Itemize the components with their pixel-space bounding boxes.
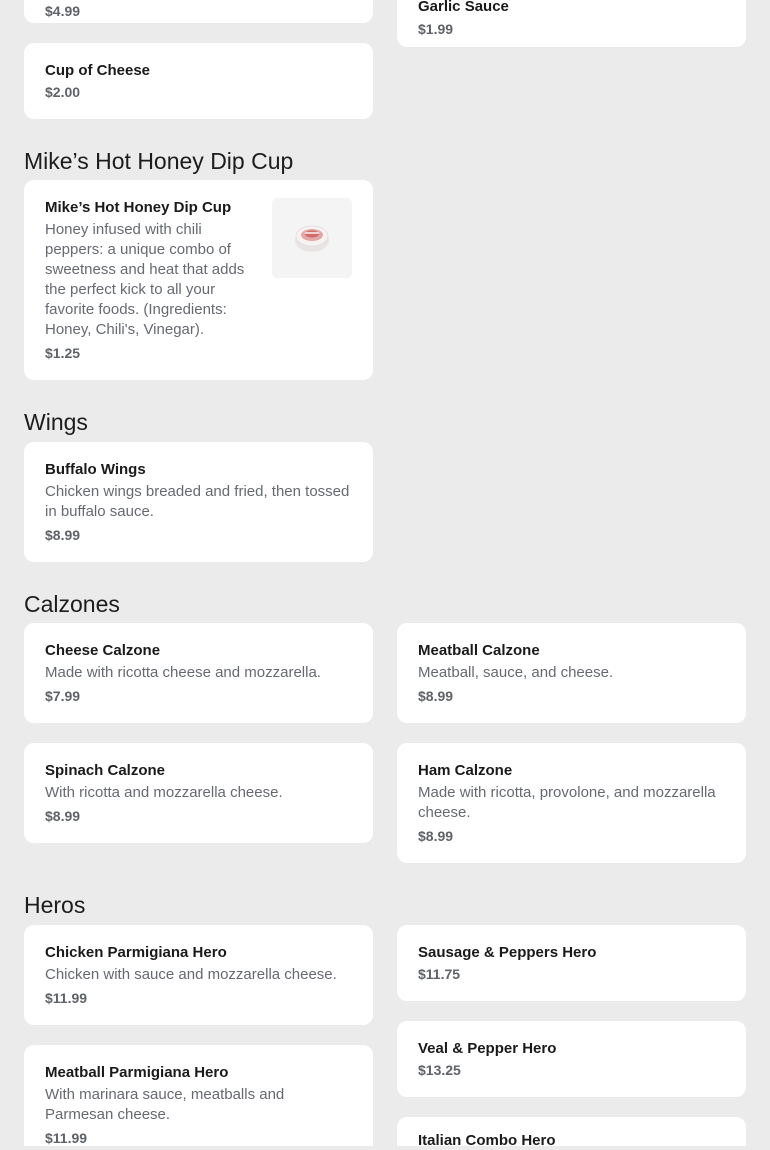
item-description: Honey infused with chili peppers: a uniq… [45, 221, 245, 338]
section-title-heros: Heros [24, 892, 86, 918]
menu-item-card-spinach-calzone[interactable]: Spinach Calzone With ricotta and mozzare… [24, 743, 373, 843]
menu-item-card-buffalo-wings[interactable]: Buffalo Wings Chicken wings breaded and … [24, 442, 373, 562]
item-name: Meatball Parmigiana Hero [45, 1064, 229, 1081]
item-description: With marinara sauce, meatballs and Parme… [45, 1086, 285, 1123]
item-price: $11.75 [418, 966, 461, 982]
menu-item-card-veal-pepper-hero[interactable]: Veal & Pepper Hero $13.25 [397, 1021, 746, 1097]
item-description: Meatball, sauce, and cheese. [418, 664, 614, 681]
item-name: Garlic Sauce [418, 0, 509, 15]
menu-item-card-sausage-peppers-hero[interactable]: Sausage & Peppers Hero $11.75 [397, 925, 746, 1001]
menu-item-card-meatball-parm-hero[interactable]: Meatball Parmigiana Hero With marinara s… [24, 1045, 373, 1146]
section-title-wings: Wings [24, 409, 88, 435]
item-price: $1.25 [45, 345, 81, 361]
item-name: Italian Combo Hero [418, 1132, 556, 1149]
menu-item-card-ham-calzone[interactable]: Ham Calzone Made with ricotta, provolone… [397, 743, 746, 863]
menu-item-card-meatball-calzone[interactable]: Meatball Calzone Meatball, sauce, and ch… [397, 623, 746, 723]
item-description: Chicken wings breaded and fried, then to… [45, 483, 350, 520]
item-name: Mike’s Hot Honey Dip Cup [45, 199, 232, 216]
item-description: Chicken with sauce and mozzarella cheese… [45, 966, 337, 983]
item-price: $7.99 [45, 688, 81, 704]
item-description: Made with ricotta, provolone, and mozzar… [418, 784, 716, 821]
item-price: $8.99 [418, 688, 454, 704]
item-name: Veal & Pepper Hero [418, 1040, 557, 1057]
item-image-honey-dip-cup [272, 198, 352, 278]
item-description: With ricotta and mozzarella cheese. [45, 784, 283, 801]
item-name: Buffalo Wings [45, 461, 146, 478]
menu-item-card-hot-honey-dip[interactable]: Mike’s Hot Honey Dip Cup Honey infused w… [24, 180, 373, 380]
menu-item-card-garlic-sauce[interactable]: Garlic Sauce $1.99 [397, 0, 746, 47]
item-price: $4.99 [45, 3, 81, 19]
item-price: $2.00 [45, 84, 81, 100]
item-name: Sausage & Peppers Hero [418, 944, 597, 961]
menu-item-card-partial-left[interactable]: $4.99 [24, 0, 373, 23]
item-name: Meatball Calzone [418, 642, 540, 659]
section-title-dip-cup: Mike’s Hot Honey Dip Cup [24, 148, 294, 174]
menu-item-card-cup-of-cheese[interactable]: Cup of Cheese $2.00 [24, 43, 373, 119]
item-price: $8.99 [45, 527, 81, 543]
item-price: $8.99 [45, 808, 81, 824]
menu-item-card-italian-combo-hero[interactable]: Italian Combo Hero [397, 1117, 746, 1149]
menu-item-card-chicken-parm-hero[interactable]: Chicken Parmigiana Hero Chicken with sau… [24, 925, 373, 1025]
item-name: Cheese Calzone [45, 642, 161, 659]
item-price: $11.99 [45, 990, 88, 1006]
item-price: $11.99 [45, 1130, 88, 1146]
menu-item-card-cheese-calzone[interactable]: Cheese Calzone Made with ricotta cheese … [24, 623, 373, 723]
item-price: $1.99 [418, 21, 454, 37]
section-title-calzones: Calzones [24, 591, 120, 617]
item-name: Ham Calzone [418, 762, 513, 779]
item-description: Made with ricotta cheese and mozzarella. [45, 664, 321, 681]
item-price: $13.25 [418, 1062, 461, 1078]
item-name: Chicken Parmigiana Hero [45, 944, 227, 961]
item-name: Spinach Calzone [45, 762, 166, 779]
item-price: $8.99 [418, 828, 454, 844]
item-name: Cup of Cheese [45, 62, 151, 79]
